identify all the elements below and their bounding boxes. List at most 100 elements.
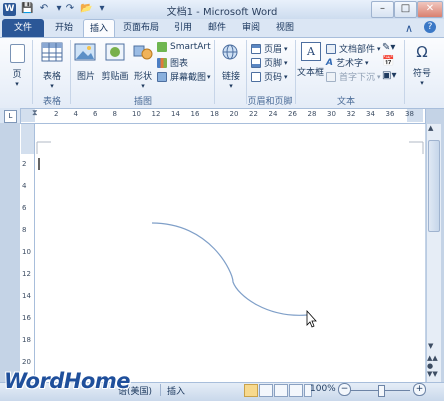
full-screen-view-icon[interactable]	[259, 384, 273, 397]
header-label: 页眉	[264, 45, 283, 55]
chevron-down-icon: ▾	[284, 72, 288, 81]
next-page-icon[interactable]: ▼▼	[427, 370, 438, 378]
pages-label: 页	[12, 70, 22, 80]
indent-marker-icon[interactable]: ⧗	[32, 108, 38, 118]
footer-button[interactable]: 页脚 ▾	[251, 56, 288, 69]
zoom-slider-thumb[interactable]	[378, 385, 385, 397]
chart-label: 图表	[170, 59, 189, 69]
ruler-number: 10	[132, 110, 141, 118]
header-button[interactable]: 页眉 ▾	[251, 42, 288, 55]
signature-line-icon[interactable]: ✎▾	[382, 42, 395, 53]
ruler-number: 20	[229, 110, 239, 118]
mouse-pointer-icon	[306, 309, 317, 328]
wordart-button[interactable]: A 艺术字 ▾	[326, 56, 369, 70]
ruler-number: 18	[210, 110, 219, 118]
chart-button[interactable]: 图表	[157, 56, 188, 69]
minimize-button[interactable]: –	[371, 1, 394, 18]
tab-file[interactable]: 文件	[2, 19, 44, 37]
insert-mode-status[interactable]: 插入	[167, 384, 185, 397]
zoom-level[interactable]: 100%	[310, 384, 336, 394]
page-canvas	[36, 141, 424, 328]
tab-review[interactable]: 审阅	[236, 19, 266, 37]
drawn-curve	[151, 222, 308, 316]
group-separator	[404, 40, 405, 104]
scroll-down-icon[interactable]: ▼	[428, 342, 433, 350]
quickparts-button[interactable]: 文档部件 ▾	[326, 42, 381, 55]
group-separator	[214, 40, 215, 104]
chevron-down-icon: ▾	[50, 82, 54, 90]
page-number-button[interactable]: 页码 ▾	[251, 70, 288, 83]
table-label: 表格	[42, 72, 61, 82]
tab-selector-icon[interactable]: L	[4, 110, 17, 123]
scroll-up-icon[interactable]: ▲	[428, 124, 433, 132]
wordart-label: 艺术字	[335, 59, 363, 69]
shapes-button[interactable]: 形状 ▾	[132, 42, 154, 92]
tab-page-layout[interactable]: 页面布局	[118, 19, 164, 37]
print-layout-view-icon[interactable]	[244, 384, 258, 397]
symbol-button[interactable]: Ω 符号 ▾	[408, 42, 436, 92]
chevron-down-icon: ▾	[364, 58, 369, 67]
dropcap-button[interactable]: 首字下沉 ▾	[326, 70, 381, 83]
shapes-label: 形状	[133, 72, 152, 82]
ruler-number: 32	[346, 110, 356, 118]
chevron-down-icon: ▾	[15, 80, 19, 88]
right-margin-corner	[409, 141, 424, 154]
outline-view-icon[interactable]	[289, 384, 303, 397]
ruler-number: 6	[93, 110, 98, 118]
ruler-number: 24	[268, 110, 278, 118]
picture-button[interactable]: 图片	[74, 42, 98, 82]
links-button[interactable]: 链接 ▾	[219, 42, 243, 92]
ruler-number: 4	[73, 110, 78, 118]
tab-insert[interactable]: 插入	[83, 19, 115, 39]
watermark-logo: WordHome	[4, 369, 130, 393]
textbox-button[interactable]: A 文本框	[297, 42, 324, 82]
group-label-header-footer: 页眉和页脚	[247, 97, 293, 107]
tab-mailings[interactable]: 邮件	[202, 19, 232, 37]
pages-icon	[10, 44, 25, 63]
screenshot-button[interactable]: 屏幕截图 ▾	[157, 70, 211, 83]
vruler-number: 6	[22, 204, 27, 212]
table-icon	[41, 42, 63, 62]
group-separator	[70, 40, 71, 104]
ruler-number: 14	[171, 110, 180, 118]
close-button[interactable]: ✕	[417, 1, 443, 18]
maximize-button[interactable]: □	[394, 1, 417, 18]
ruler-number: 22	[249, 110, 258, 118]
scrollbar-thumb[interactable]	[428, 140, 440, 232]
web-layout-view-icon[interactable]	[274, 384, 288, 397]
left-margin-corner	[36, 141, 51, 154]
browse-object-icon[interactable]: ●	[427, 362, 433, 370]
footer-label: 页脚	[264, 59, 283, 69]
chart-icon	[157, 57, 167, 68]
tab-references[interactable]: 引用	[168, 19, 198, 37]
table-button[interactable]: 表格 ▾	[38, 42, 66, 92]
help-icon[interactable]: ?	[424, 21, 436, 33]
tab-home[interactable]: 开始	[48, 19, 80, 37]
group-label-text: 文本	[336, 97, 355, 107]
vruler-number: 14	[22, 292, 31, 300]
links-label: 链接	[221, 72, 240, 82]
wordart-icon: A	[326, 57, 333, 68]
omega-icon: Ω	[416, 43, 428, 61]
vruler-margin-top	[21, 124, 34, 154]
vruler-number: 8	[22, 226, 27, 234]
chevron-down-icon: ▾	[284, 44, 288, 53]
group-separator	[295, 40, 296, 104]
page-number-label: 页码	[264, 73, 283, 83]
screenshot-icon	[157, 71, 167, 82]
ruler-number: 2	[54, 110, 59, 118]
previous-page-icon[interactable]: ▲▲	[427, 354, 438, 362]
group-label-tables: 表格	[42, 97, 61, 107]
object-icon[interactable]: ▣▾	[382, 70, 396, 81]
group-separator	[32, 40, 33, 104]
pages-button[interactable]: 页 ▾	[8, 44, 26, 94]
smartart-button[interactable]: SmartArt	[157, 42, 211, 52]
date-time-icon[interactable]: 📅	[382, 56, 394, 67]
status-divider	[160, 384, 161, 396]
clipart-button[interactable]: 剪贴画	[100, 42, 130, 82]
ruler-number: 30	[327, 110, 336, 118]
zoom-in-icon[interactable]: +	[413, 383, 426, 396]
smartart-label: SmartArt	[170, 42, 211, 52]
tab-view[interactable]: 视图	[270, 19, 300, 37]
ribbon-minimize-icon[interactable]: ∧	[405, 22, 413, 35]
